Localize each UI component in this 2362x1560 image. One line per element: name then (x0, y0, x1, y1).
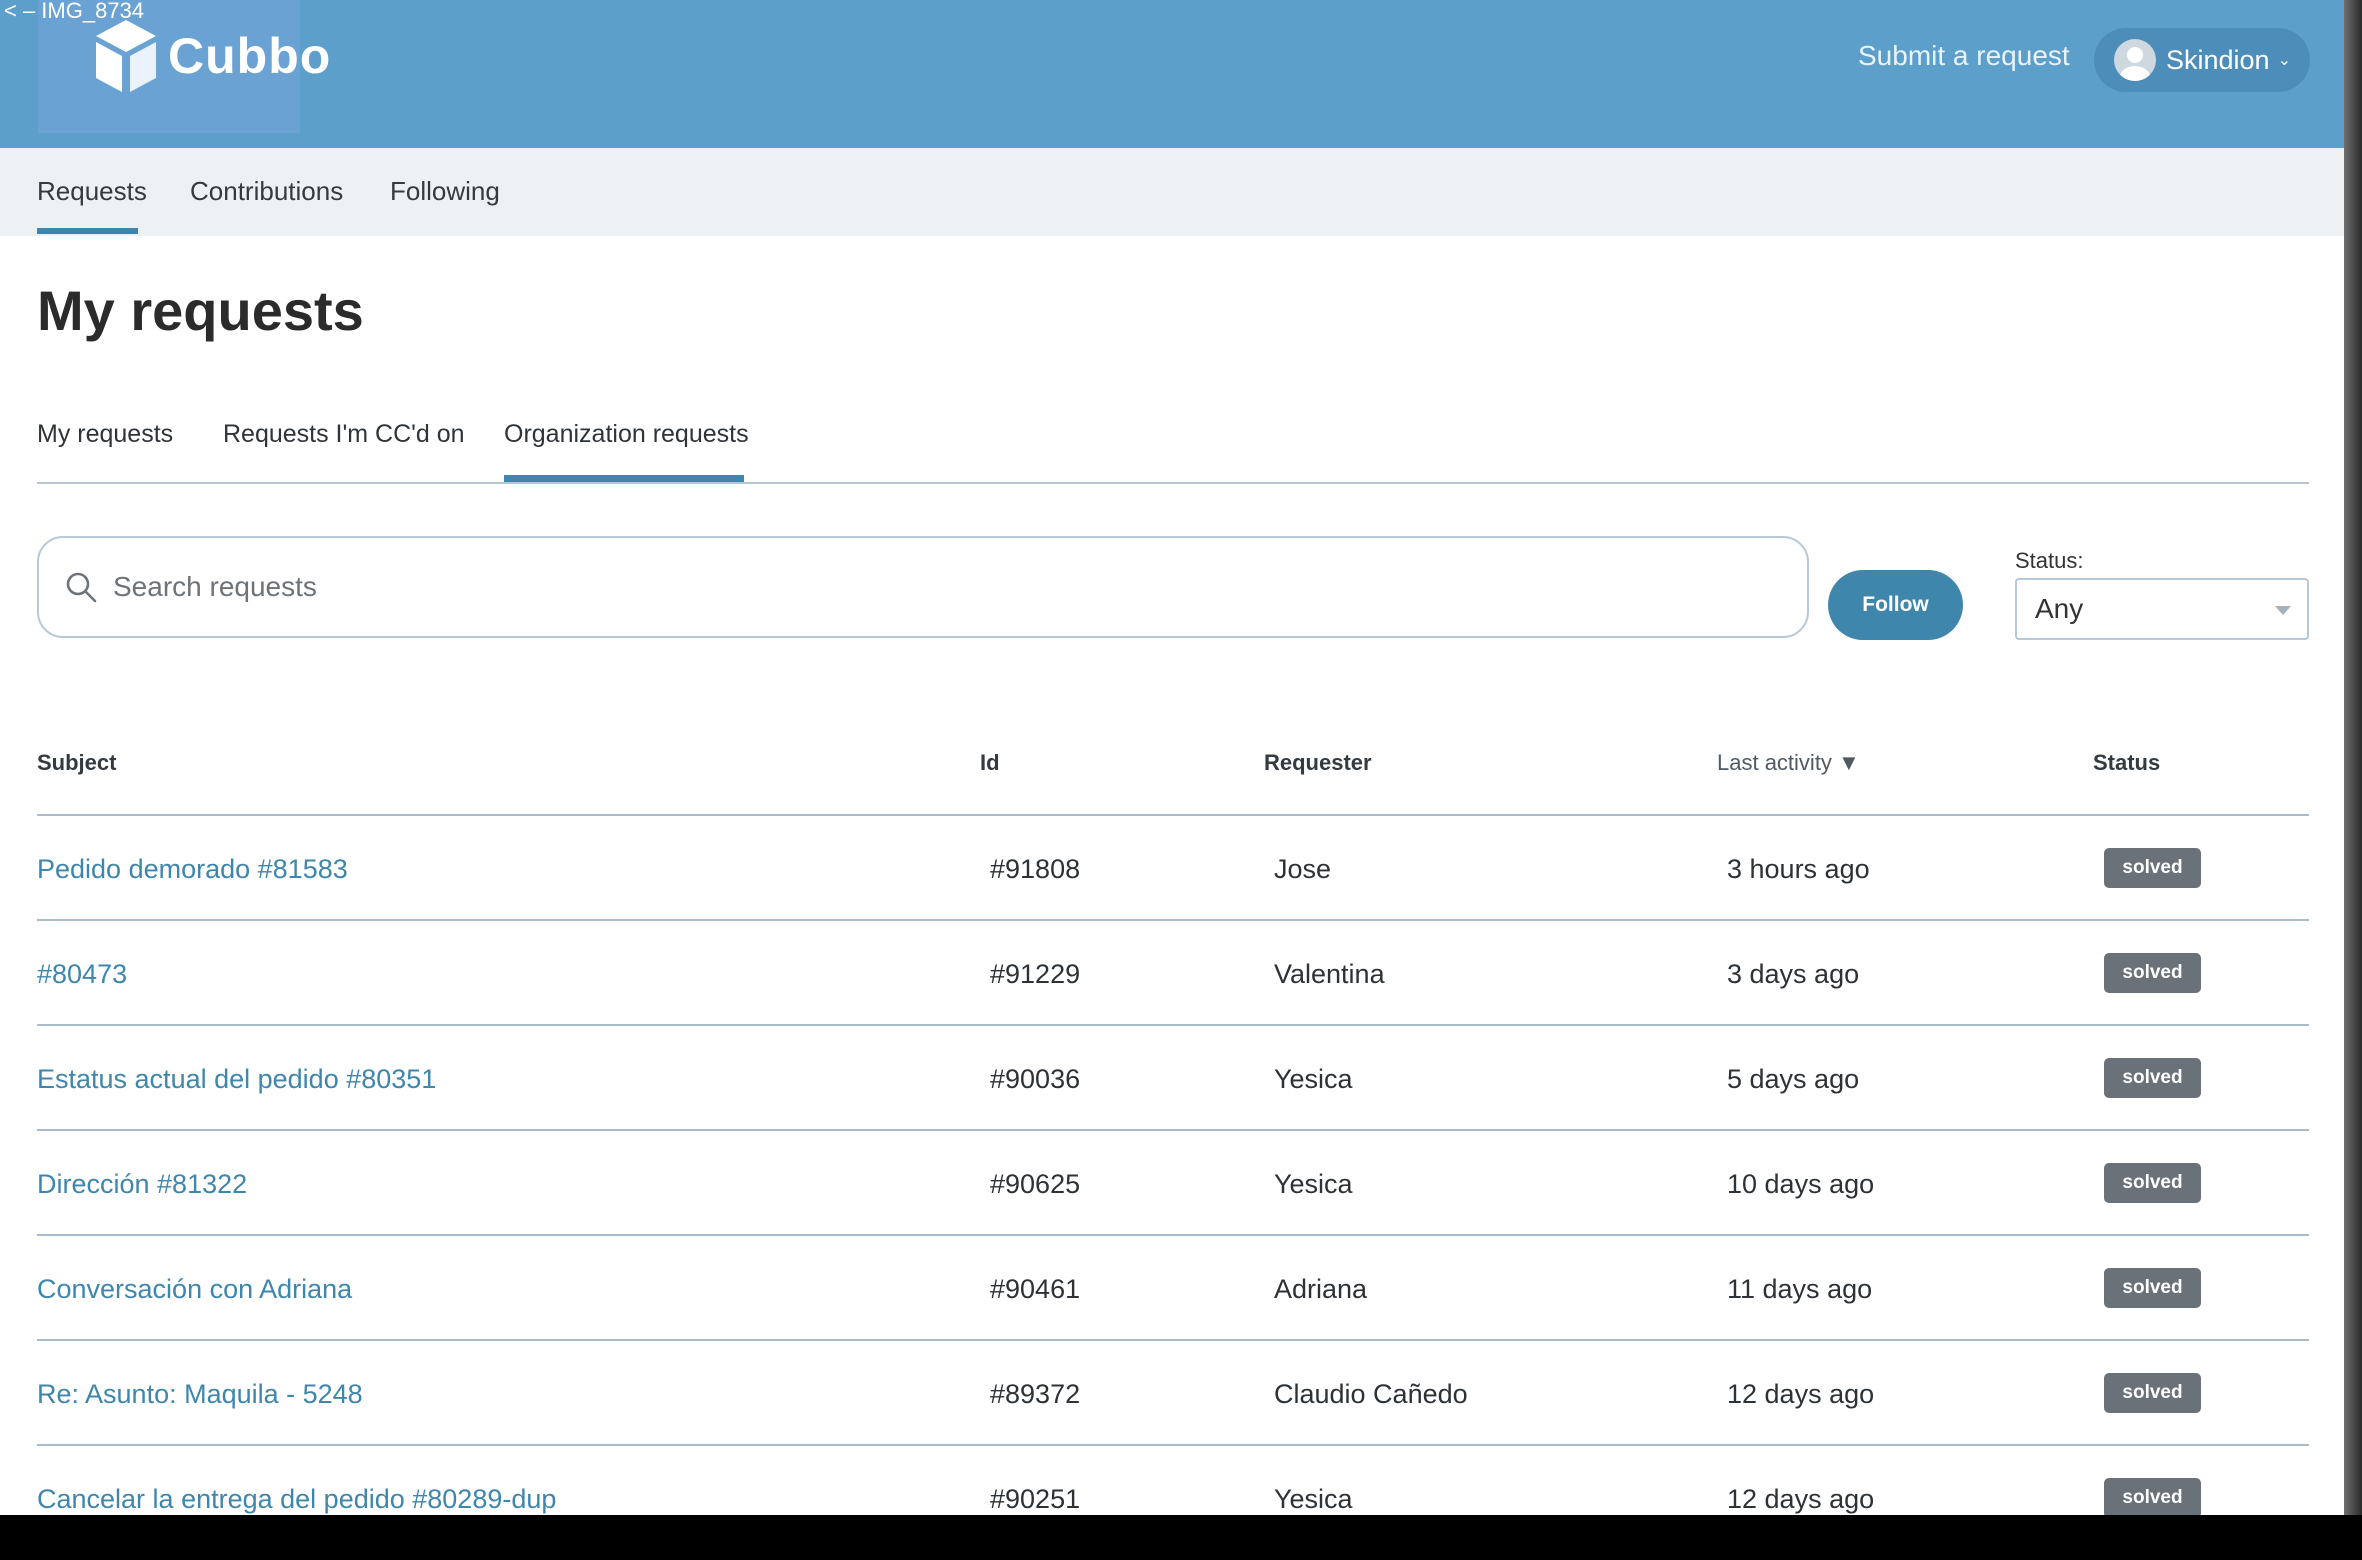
status-badge: solved (2104, 1163, 2201, 1203)
request-requester: Yesica (1274, 1064, 1353, 1094)
tab-active-indicator (504, 475, 744, 482)
request-id: #90461 (990, 1274, 1081, 1304)
request-last-activity: 10 days ago (1727, 1169, 1875, 1199)
request-last-activity: 12 days ago (1727, 1379, 1875, 1409)
status-badge: solved (2104, 1373, 2201, 1413)
request-id: #89372 (990, 1379, 1081, 1409)
cube-logo-icon (96, 20, 156, 92)
request-id: #91229 (990, 959, 1081, 989)
column-header-status: Status (2093, 750, 2161, 775)
table-row: Cancelar la entrega del pedido #80289-du… (0, 1446, 2344, 1515)
request-subject-link[interactable]: Re: Asunto: Maquila - 5248 (37, 1379, 363, 1410)
status-filter-value: Any (2035, 593, 2084, 624)
status-badge: solved (2104, 1478, 2201, 1515)
search-icon (66, 572, 97, 603)
request-subject-link[interactable]: Dirección #81322 (37, 1169, 247, 1200)
request-id: #90036 (990, 1064, 1081, 1094)
request-id: #91808 (990, 854, 1081, 884)
site-header: Cubbo Submit a request Skindion ⌄ (0, 0, 2344, 148)
status-badge: solved (2104, 1058, 2201, 1098)
status-badge: solved (2104, 953, 2201, 993)
request-last-activity: 3 hours ago (1727, 854, 1870, 884)
request-last-activity: 5 days ago (1727, 1064, 1860, 1094)
status-filter-label: Status: (2015, 548, 2084, 573)
request-requester: Yesica (1274, 1169, 1353, 1199)
column-header-requester: Requester (1264, 750, 1372, 775)
status-badge: solved (2104, 1268, 2201, 1308)
tabs-divider (37, 482, 2309, 484)
tab-organization-requests[interactable]: Organization requests (504, 420, 749, 449)
request-id: #90625 (990, 1169, 1081, 1199)
table-row: Pedido demorado #81583 #91808 Jose 3 hou… (0, 816, 2344, 921)
subnav-contributions[interactable]: Contributions (190, 176, 343, 207)
browser-window: Cubbo Submit a request Skindion ⌄ < – IM… (0, 0, 2344, 1515)
page-title: My requests (37, 279, 364, 342)
search-input[interactable] (111, 570, 1715, 604)
subnav-requests[interactable]: Requests (37, 176, 147, 207)
subnav-following[interactable]: Following (390, 176, 500, 207)
follow-button[interactable]: Follow (1828, 570, 1963, 640)
column-header-last-activity[interactable]: Last activity ▼ (1717, 750, 1860, 776)
status-filter-select[interactable]: Any (2015, 578, 2309, 640)
request-requester: Jose (1274, 854, 1332, 884)
tab-my-requests[interactable]: My requests (37, 420, 173, 449)
request-id: #90251 (990, 1484, 1081, 1514)
avatar (2114, 39, 2156, 81)
request-subject-link[interactable]: #80473 (37, 959, 127, 990)
request-last-activity: 11 days ago (1727, 1274, 1873, 1304)
request-last-activity: 3 days ago (1727, 959, 1860, 989)
request-subject-link[interactable]: Pedido demorado #81583 (37, 854, 348, 885)
request-requester: Yesica (1274, 1484, 1353, 1514)
chevron-down-icon: ⌄ (2277, 52, 2291, 69)
screen-bottom-bar (0, 1515, 2362, 1560)
request-requester: Claudio Cañedo (1274, 1379, 1468, 1409)
caret-down-icon (2275, 606, 2291, 615)
logo-text: Cubbo (168, 28, 332, 84)
tab-cc-requests[interactable]: Requests I'm CC'd on (223, 420, 465, 449)
request-requester: Valentina (1274, 959, 1385, 989)
table-row: Estatus actual del pedido #80351 #90036 … (0, 1026, 2344, 1131)
table-row: #80473 #91229 Valentina 3 days ago solve… (0, 921, 2344, 1026)
window-right-edge (2344, 0, 2362, 1515)
request-subject-link[interactable]: Conversación con Adriana (37, 1274, 352, 1305)
user-menu[interactable]: Skindion ⌄ (2094, 28, 2310, 92)
status-badge: solved (2104, 848, 2201, 888)
column-header-subject: Subject (37, 750, 117, 775)
request-subject-link[interactable]: Estatus actual del pedido #80351 (37, 1064, 436, 1095)
request-requester: Adriana (1274, 1274, 1368, 1304)
request-last-activity: 12 days ago (1727, 1484, 1875, 1514)
table-row: Conversación con Adriana #90461 Adriana … (0, 1236, 2344, 1341)
window-title: < – IMG_8734 (4, 0, 145, 23)
search-box[interactable] (37, 536, 1809, 638)
profile-subnav: Requests Contributions Following (0, 148, 2344, 236)
request-subject-link[interactable]: Cancelar la entrega del pedido #80289-du… (37, 1484, 556, 1515)
submit-request-link[interactable]: Submit a request (1858, 40, 2070, 72)
table-row: Re: Asunto: Maquila - 5248 #89372 Claudi… (0, 1341, 2344, 1446)
user-name: Skindion (2166, 44, 2270, 75)
subnav-active-indicator (37, 228, 138, 234)
column-header-id: Id (980, 750, 1000, 775)
table-row: Dirección #81322 #90625 Yesica 10 days a… (0, 1131, 2344, 1236)
